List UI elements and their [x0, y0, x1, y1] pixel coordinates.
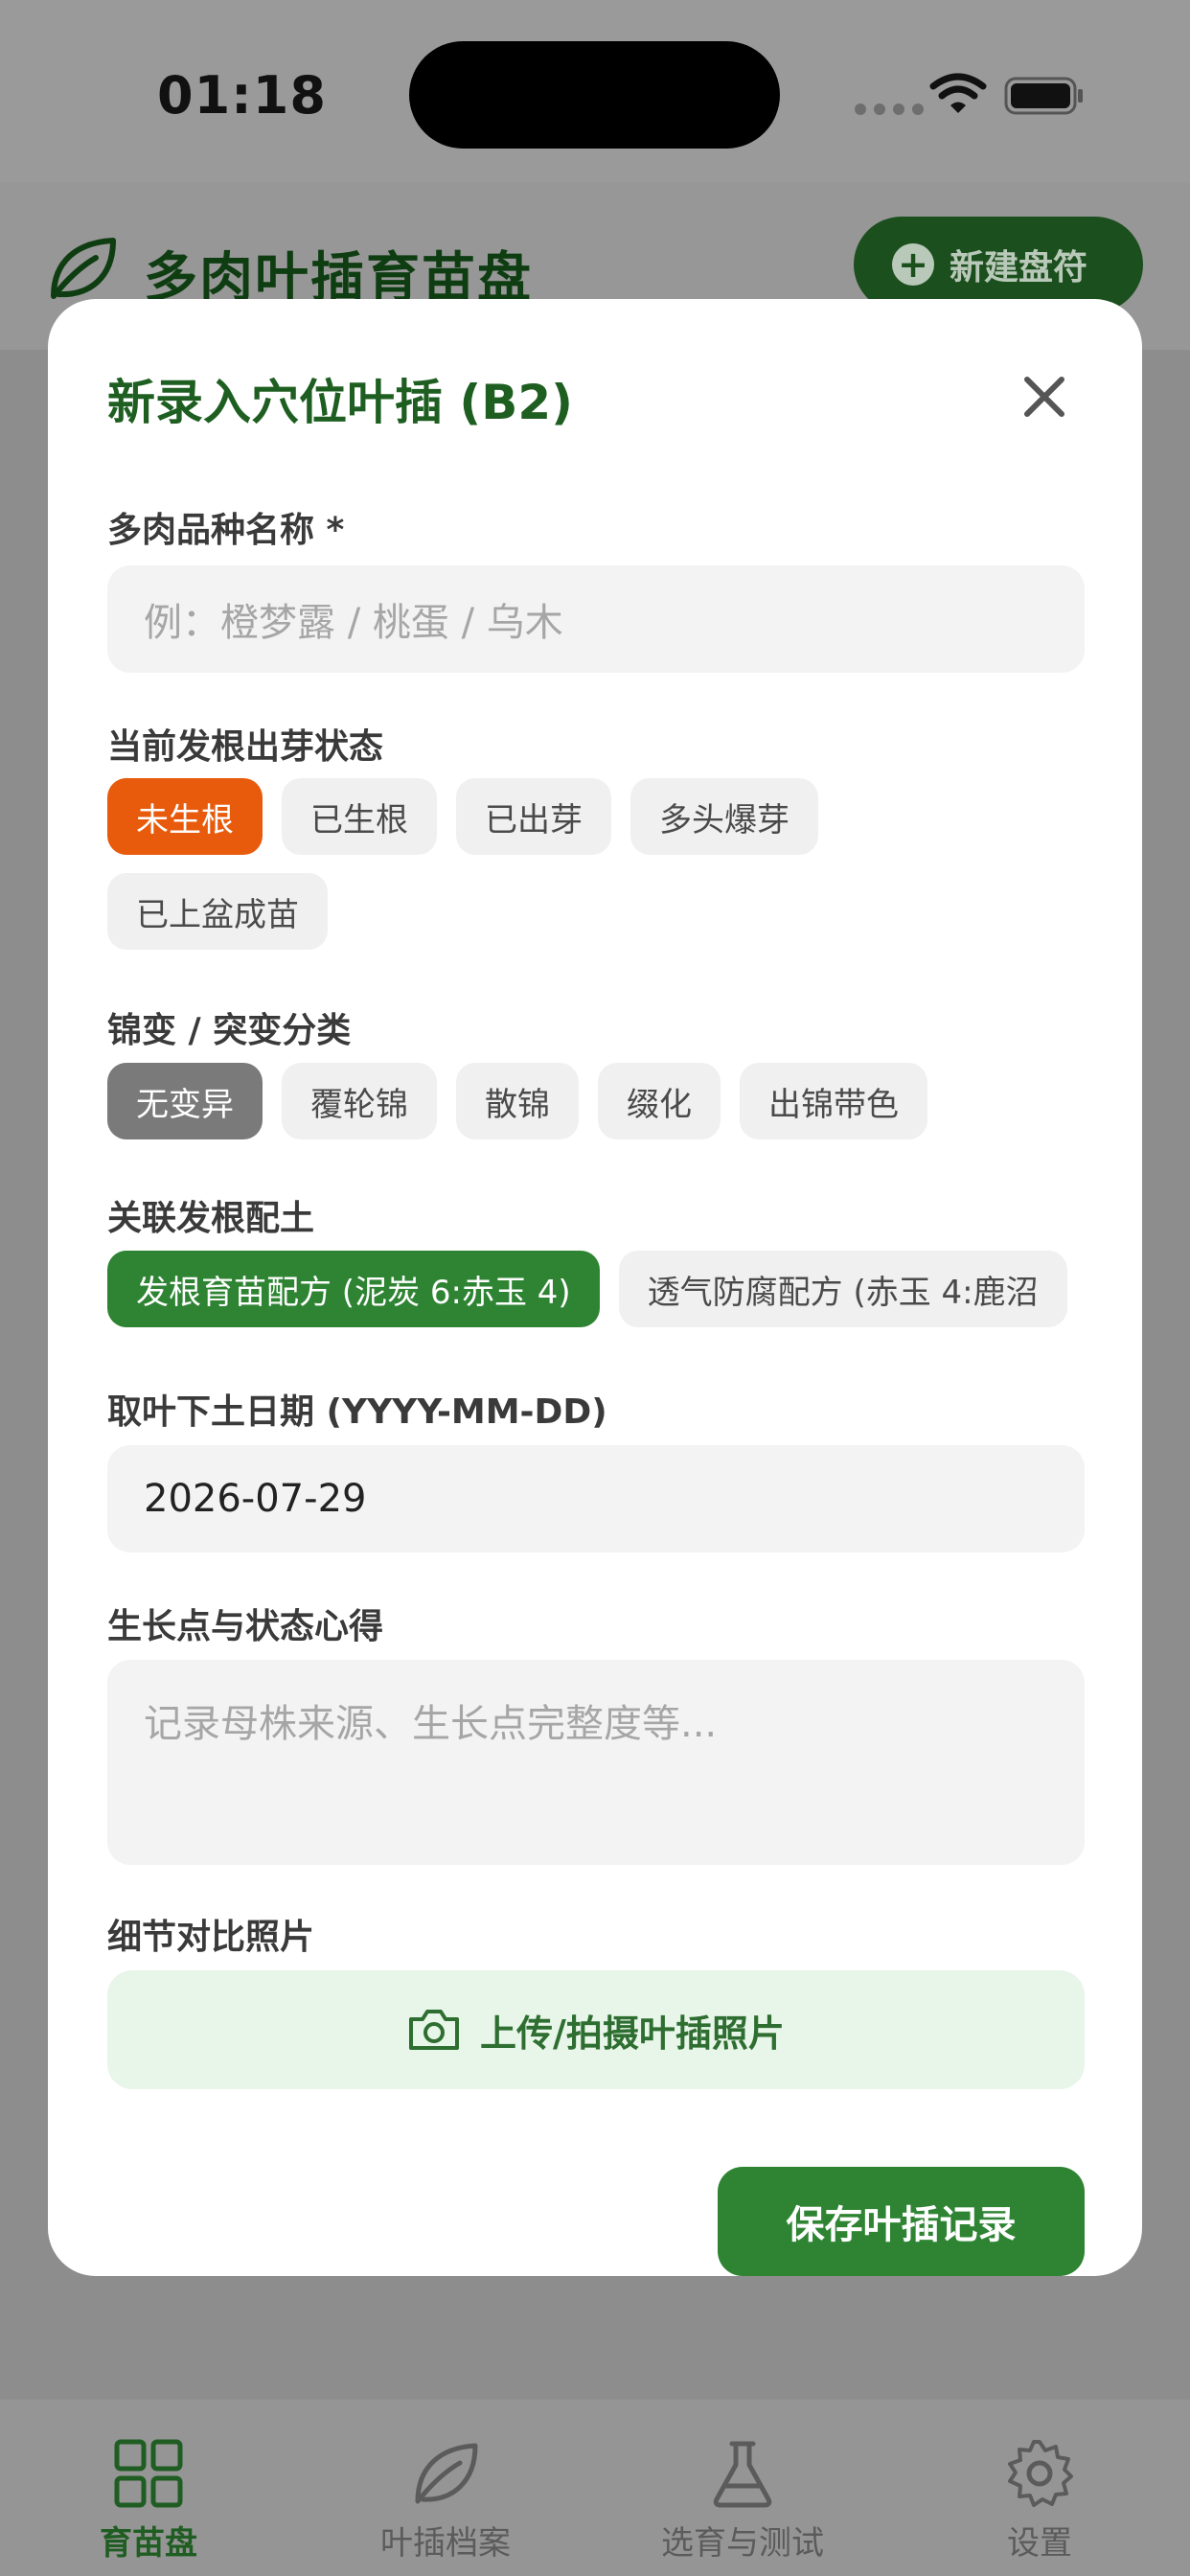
- tab-nursery-tray[interactable]: 育苗盘: [0, 2400, 297, 2576]
- variety-input[interactable]: 例：橙梦露 / 桃蛋 / 乌木: [107, 565, 1085, 673]
- new-tray-label: 新建盘符: [950, 248, 1088, 288]
- leaf-icon: [51, 238, 116, 299]
- camera-icon: [409, 2010, 460, 2050]
- bottom-tab-bar: 育苗盘 叶插档案 选育与测试 设置: [0, 2400, 1190, 2576]
- variegation-label: 锦变 / 突变分类: [107, 1011, 352, 1050]
- leaf-icon: [415, 2443, 478, 2504]
- soil-label: 关联发根配土: [107, 1199, 315, 1238]
- tab-label: 选育与测试: [661, 2524, 824, 2563]
- status-chip-sprouted[interactable]: 已出芽: [456, 778, 611, 855]
- upload-photo-label: 上传/拍摄叶插照片: [480, 2012, 785, 2055]
- new-record-modal: 新录入穴位叶插 (B2) 多肉品种名称 * 例：橙梦露 / 桃蛋 / 乌木 当前…: [48, 299, 1142, 2276]
- soil-chip-airy-mix[interactable]: 透气防腐配方 (赤玉 4:鹿沼: [618, 1251, 1067, 1327]
- tab-label: 育苗盘: [100, 2524, 197, 2563]
- status-chip-not-rooted[interactable]: 未生根: [107, 778, 263, 855]
- battery-icon: [1004, 77, 1083, 115]
- status-chip-rooted[interactable]: 已生根: [282, 778, 437, 855]
- variegation-options: 无变异 覆轮锦 散锦 缀化 出锦带色: [107, 1063, 927, 1139]
- variegation-chip-none[interactable]: 无变异: [107, 1063, 263, 1139]
- status-chip-potted[interactable]: 已上盆成苗: [107, 873, 328, 950]
- status-options: 未生根 已生根 已出芽 多头爆芽: [107, 778, 818, 855]
- dynamic-island: [409, 41, 780, 149]
- status-options-row2: 已上盆成苗: [107, 873, 328, 950]
- variegation-chip-colored[interactable]: 出锦带色: [740, 1063, 927, 1139]
- tab-leaf-archive[interactable]: 叶插档案: [297, 2400, 594, 2576]
- save-record-button[interactable]: 保存叶插记录: [718, 2167, 1085, 2276]
- variety-label: 多肉品种名称 *: [107, 511, 345, 550]
- status-time: 01:18: [157, 65, 327, 126]
- notes-label: 生长点与状态心得: [107, 1607, 384, 1646]
- variegation-chip-marginata[interactable]: 覆轮锦: [282, 1063, 437, 1139]
- date-label: 取叶下土日期 (YYYY-MM-DD): [107, 1392, 607, 1432]
- soil-chip-rooting-mix[interactable]: 发根育苗配方 (泥炭 6:赤玉 4): [107, 1251, 600, 1327]
- tab-breeding-testing[interactable]: 选育与测试: [594, 2400, 891, 2576]
- tab-label: 设置: [1007, 2524, 1072, 2563]
- wifi-icon: [929, 73, 987, 113]
- variegation-chip-cristata[interactable]: 缀化: [598, 1063, 721, 1139]
- close-icon[interactable]: [1016, 368, 1073, 426]
- photo-label: 细节对比照片: [107, 1918, 315, 1957]
- cellular-signal-icon: [855, 104, 924, 115]
- date-input[interactable]: 2026-07-29: [107, 1445, 1085, 1552]
- gear-icon: [1008, 2440, 1073, 2507]
- tab-settings[interactable]: 设置: [891, 2400, 1188, 2576]
- modal-title: 新录入穴位叶插 (B2): [107, 375, 574, 430]
- new-tray-button[interactable]: + 新建盘符: [854, 217, 1143, 312]
- flask-icon: [713, 2441, 772, 2508]
- grid-icon: [114, 2439, 183, 2508]
- notes-textarea[interactable]: 记录母株来源、生长点完整度等...: [107, 1660, 1085, 1865]
- upload-photo-button[interactable]: 上传/拍摄叶插照片: [107, 1970, 1085, 2089]
- soil-options[interactable]: 发根育苗配方 (泥炭 6:赤玉 4) 透气防腐配方 (赤玉 4:鹿沼: [107, 1251, 1085, 1327]
- status-label: 当前发根出芽状态: [107, 727, 384, 767]
- plus-icon: +: [892, 243, 934, 286]
- status-chip-multi-sprout[interactable]: 多头爆芽: [630, 778, 818, 855]
- variegation-chip-scattered[interactable]: 散锦: [456, 1063, 579, 1139]
- tab-label: 叶插档案: [380, 2524, 511, 2563]
